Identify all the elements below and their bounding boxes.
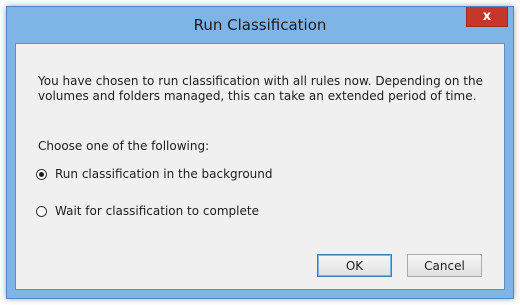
choice-prompt: Choose one of the following: bbox=[38, 139, 210, 153]
dialog-window: Run Classification x You have chosen to … bbox=[6, 6, 514, 299]
description-text: You have chosen to run classification wi… bbox=[38, 74, 484, 103]
cancel-button[interactable]: Cancel bbox=[407, 254, 482, 277]
option-wait-label[interactable]: Wait for classification to complete bbox=[55, 204, 259, 218]
option-wait[interactable]: Wait for classification to complete bbox=[36, 204, 259, 218]
radio-button-background[interactable] bbox=[36, 168, 47, 180]
close-button[interactable]: x bbox=[466, 7, 508, 27]
dialog-body: You have chosen to run classification wi… bbox=[15, 43, 505, 290]
close-icon: x bbox=[482, 9, 492, 24]
title-bar[interactable]: Run Classification x bbox=[7, 7, 513, 43]
option-background[interactable]: Run classification in the background bbox=[36, 167, 273, 181]
radio-button-wait[interactable] bbox=[36, 205, 47, 217]
ok-button[interactable]: OK bbox=[317, 254, 392, 277]
option-background-label[interactable]: Run classification in the background bbox=[55, 167, 273, 181]
window-title: Run Classification bbox=[193, 16, 327, 34]
